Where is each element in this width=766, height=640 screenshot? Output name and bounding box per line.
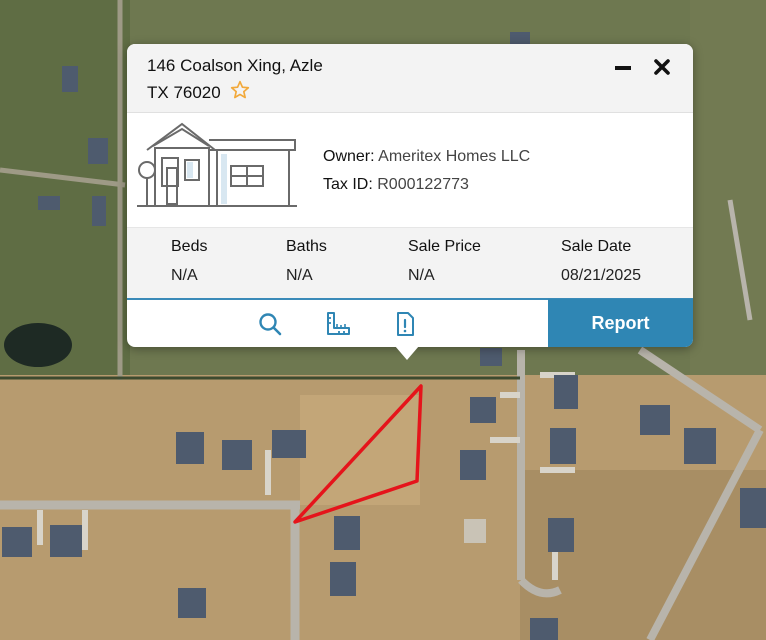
property-popup: 146 Coalson Xing, Azle TX 76020 Owner: A…	[127, 44, 693, 360]
close-icon[interactable]	[653, 58, 671, 76]
beds-value: N/A	[171, 267, 198, 284]
sale-price-value: N/A	[408, 267, 435, 284]
tax-id-line: Tax ID: R000122773	[323, 176, 469, 194]
beds-label: Beds	[171, 238, 208, 255]
sale-date-value: 08/21/2025	[561, 267, 642, 284]
owner-line: Owner: Ameritex Homes LLC	[323, 148, 530, 166]
popup-header: 146 Coalson Xing, Azle TX 76020	[127, 44, 693, 113]
sale-date-label: Sale Date	[561, 238, 632, 255]
sale-price-label: Sale Price	[408, 238, 481, 255]
house-illustration	[137, 122, 297, 207]
property-stats: Beds N/A Baths N/A Sale Price N/A Sale D…	[127, 227, 693, 300]
baths-value: N/A	[286, 267, 313, 284]
popup-toolbar: Report	[127, 299, 693, 347]
owner-value: Ameritex Homes LLC	[378, 148, 531, 165]
tax-id-value: R000122773	[377, 176, 469, 193]
address-line-1: 146 Coalson Xing, Azle	[147, 56, 323, 75]
owner-label: Owner:	[323, 148, 375, 165]
minimize-icon[interactable]	[614, 61, 632, 75]
search-icon[interactable]	[257, 311, 283, 337]
report-button[interactable]: Report	[548, 299, 693, 347]
ruler-icon[interactable]	[325, 311, 351, 337]
favorite-star-icon[interactable]	[230, 80, 250, 100]
baths-label: Baths	[286, 238, 327, 255]
tax-id-label: Tax ID:	[323, 176, 373, 193]
report-issue-icon[interactable]	[392, 311, 418, 337]
address-line-2: TX 76020	[147, 83, 221, 102]
